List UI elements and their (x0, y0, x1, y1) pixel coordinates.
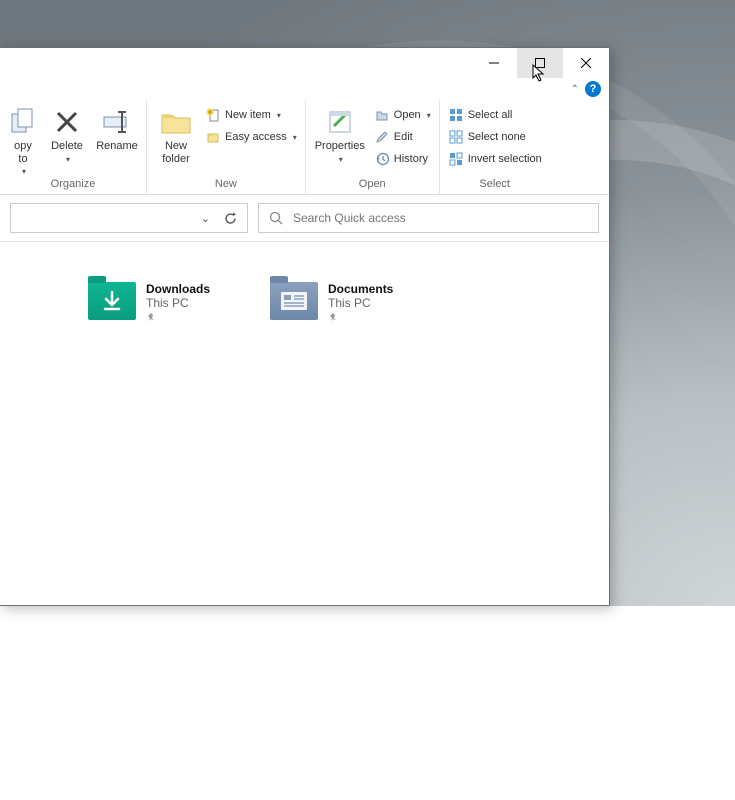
chevron-down-icon[interactable]: ⌄ (201, 212, 210, 225)
copy-icon (7, 106, 39, 138)
downloads-folder-icon (88, 282, 136, 320)
close-icon (581, 58, 591, 68)
delete-button[interactable]: Delete ▾ (44, 104, 90, 164)
refresh-icon[interactable] (224, 212, 237, 225)
history-label: History (394, 153, 428, 165)
folder-icon (160, 106, 192, 138)
maximize-icon (535, 58, 545, 68)
minimize-icon (489, 58, 499, 68)
folder-item-documents[interactable]: Documents This PC (270, 282, 393, 322)
file-explorer-window: ⌃ ? opyto ▾ Delete ▾ (0, 47, 610, 606)
pin-icon (328, 312, 393, 322)
ribbon-group-open: Properties ▾ Open ▾ E (306, 100, 440, 194)
edit-button[interactable]: Edit (372, 126, 433, 148)
ribbon-group-organize: opyto ▾ Delete ▾ Rename Organize (0, 100, 147, 194)
new-item-label: New item (225, 109, 271, 121)
search-bar[interactable] (258, 203, 599, 233)
new-item-icon (205, 107, 221, 123)
rename-icon (101, 106, 133, 138)
copy-to-button[interactable]: opyto ▾ (6, 104, 40, 176)
rename-label: Rename (96, 140, 138, 153)
properties-button[interactable]: Properties ▾ (312, 104, 368, 164)
ribbon-group-label: Organize (0, 176, 146, 194)
chevron-down-icon: ▾ (22, 167, 26, 176)
select-none-button[interactable]: Select none (446, 126, 544, 148)
delete-icon (51, 106, 83, 138)
chevron-down-icon: ▾ (293, 133, 297, 142)
maximize-button[interactable] (517, 48, 563, 78)
new-item-button[interactable]: New item ▾ (203, 104, 299, 126)
invert-selection-icon (448, 151, 464, 167)
close-button[interactable] (563, 48, 609, 78)
chevron-down-icon: ▾ (427, 111, 431, 120)
chevron-down-icon: ▾ (277, 111, 281, 120)
open-button[interactable]: Open ▾ (372, 104, 433, 126)
titlebar (0, 48, 609, 78)
delete-label: Delete (51, 140, 83, 153)
ribbon-group-select: Select all Select none Invert selection (440, 100, 550, 194)
invert-selection-label: Invert selection (468, 153, 542, 165)
copy-to-label: opyto (14, 140, 32, 165)
content-area: Downloads This PC Documents This PC (0, 241, 609, 605)
collapse-ribbon-button[interactable]: ⌃ (571, 84, 579, 95)
pin-icon (146, 312, 210, 322)
new-folder-label: Newfolder (162, 140, 190, 165)
ribbon-group-label: New (147, 176, 305, 194)
ribbon-group-label: Select (440, 176, 550, 194)
search-icon (269, 211, 283, 225)
properties-label: Properties (315, 140, 365, 153)
folder-name: Downloads (146, 282, 210, 296)
documents-folder-icon (270, 282, 318, 320)
properties-icon (324, 106, 356, 138)
select-all-button[interactable]: Select all (446, 104, 544, 126)
address-row: ⌄ (0, 195, 609, 241)
folder-location: This PC (146, 296, 210, 310)
rename-button[interactable]: Rename (94, 104, 140, 153)
search-input[interactable] (293, 211, 588, 225)
chevron-down-icon: ▾ (339, 155, 343, 164)
edit-icon (374, 129, 390, 145)
address-bar[interactable]: ⌄ (10, 203, 248, 233)
easy-access-icon (205, 129, 221, 145)
folder-item-downloads[interactable]: Downloads This PC (88, 282, 210, 322)
history-button[interactable]: History (372, 148, 433, 170)
ribbon-hint-row: ⌃ ? (0, 78, 609, 100)
ribbon-group-new: Newfolder New item ▾ Easy acces (147, 100, 306, 194)
select-none-label: Select none (468, 131, 526, 143)
open-label: Open (394, 109, 421, 121)
invert-selection-button[interactable]: Invert selection (446, 148, 544, 170)
folder-name: Documents (328, 282, 393, 296)
help-button[interactable]: ? (585, 81, 601, 97)
chevron-down-icon: ▾ (66, 155, 70, 164)
ribbon-group-label: Open (306, 176, 439, 194)
select-all-label: Select all (468, 109, 513, 121)
new-folder-button[interactable]: Newfolder (153, 104, 199, 165)
minimize-button[interactable] (471, 48, 517, 78)
select-none-icon (448, 129, 464, 145)
history-icon (374, 151, 390, 167)
folder-location: This PC (328, 296, 393, 310)
ribbon: opyto ▾ Delete ▾ Rename Organize (0, 100, 609, 195)
edit-label: Edit (394, 131, 413, 143)
select-all-icon (448, 107, 464, 123)
open-icon (374, 107, 390, 123)
easy-access-label: Easy access (225, 131, 287, 143)
easy-access-button[interactable]: Easy access ▾ (203, 126, 299, 148)
